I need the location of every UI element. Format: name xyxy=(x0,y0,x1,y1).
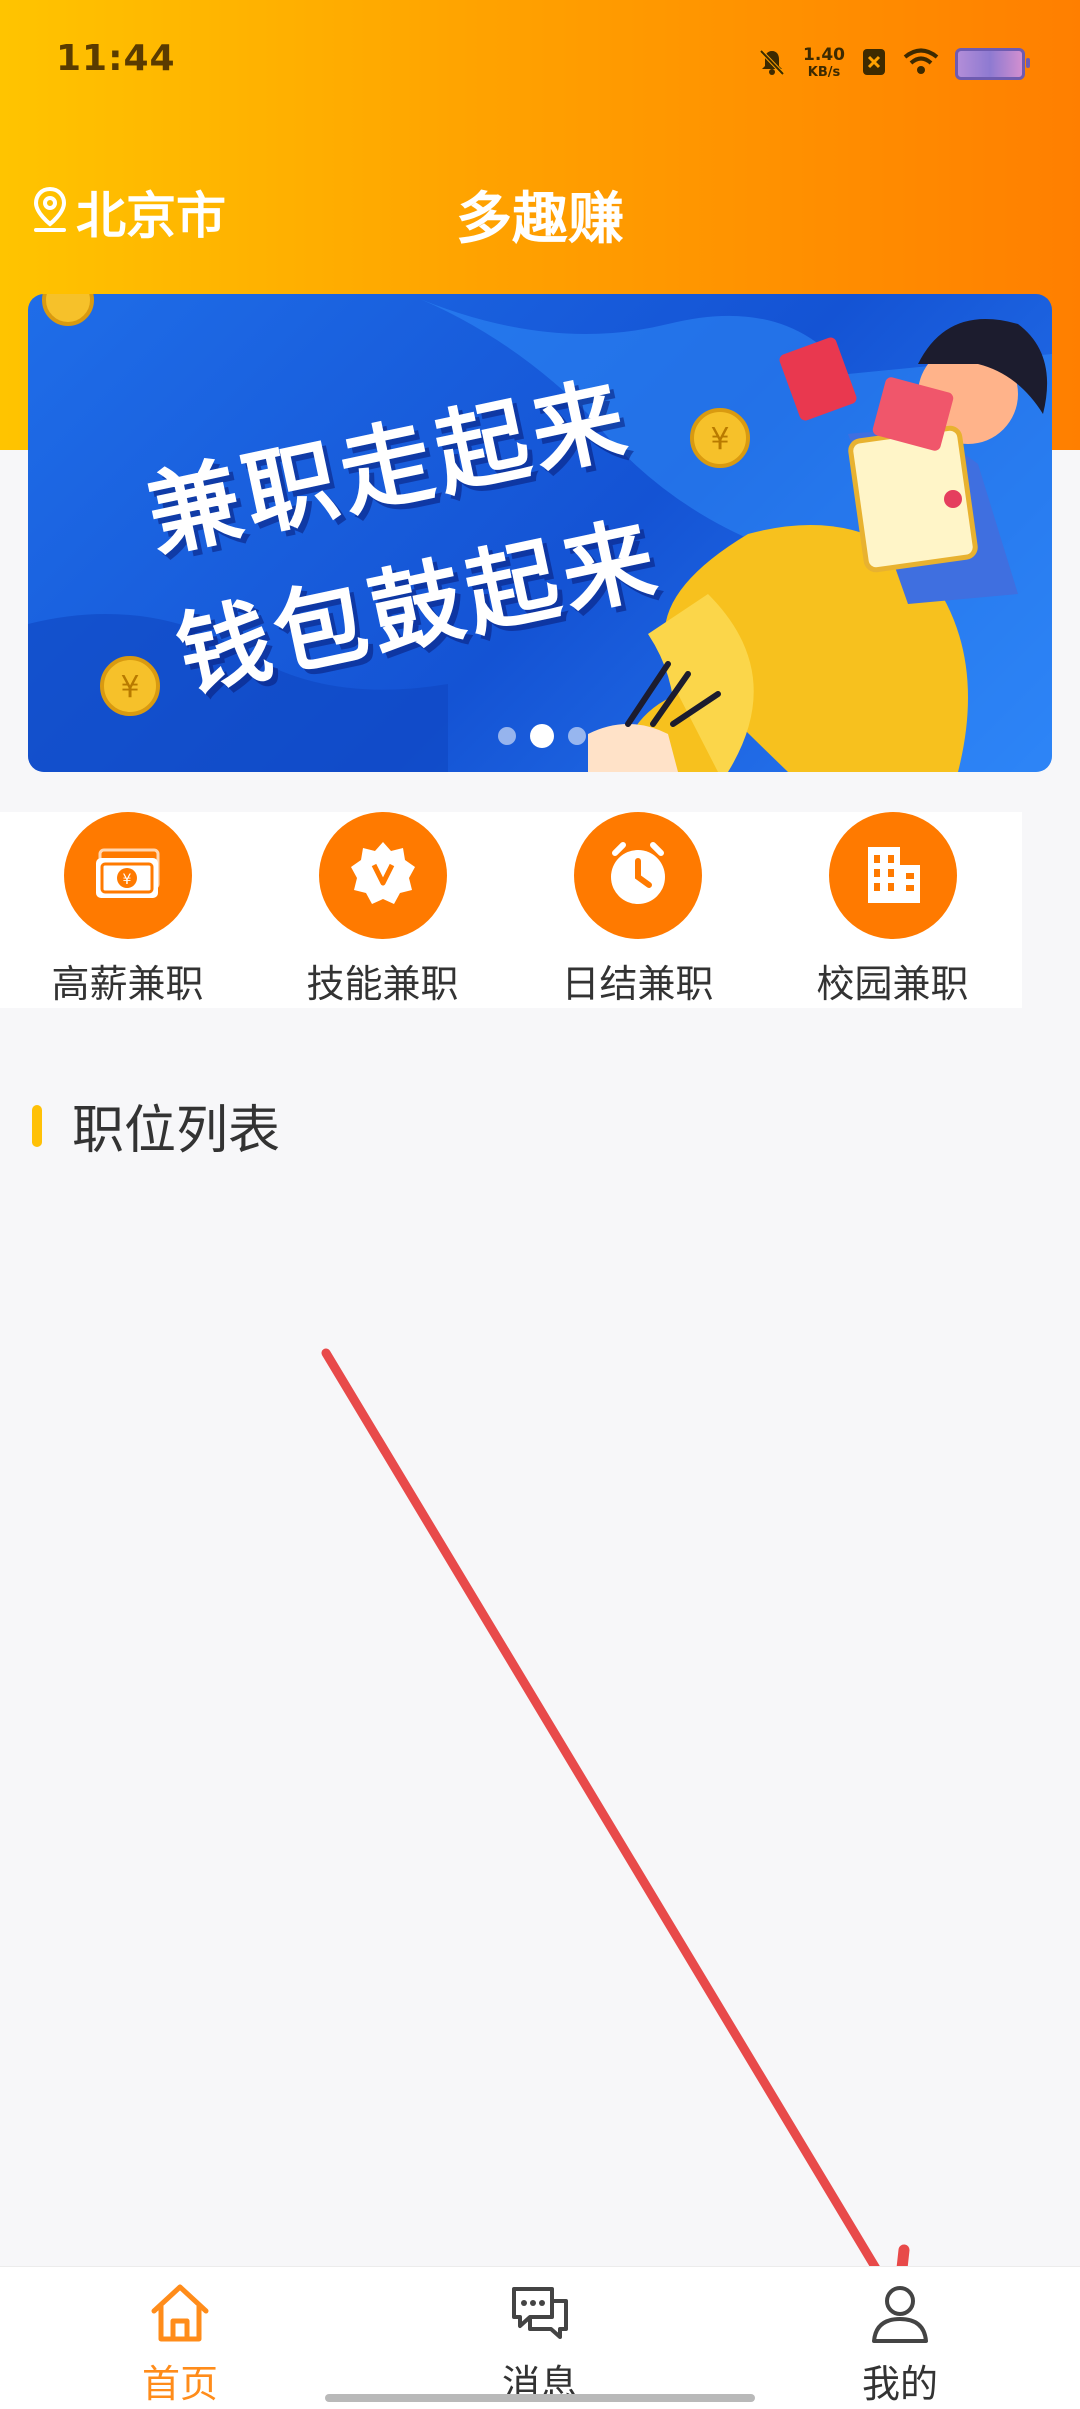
coin-icon: ¥ xyxy=(100,656,160,716)
category-label: 校园兼职 xyxy=(816,962,969,1006)
banner-dot[interactable] xyxy=(568,727,586,745)
tab-label: 我的 xyxy=(861,2362,938,2406)
bottom-tab-bar: 首页 消息 我的 xyxy=(0,2266,1080,2409)
status-time: 11:44 xyxy=(56,38,176,79)
tab-label: 首页 xyxy=(141,2362,218,2406)
category-label: 日结兼职 xyxy=(561,962,714,1006)
app-title: 多趣赚 xyxy=(456,187,624,252)
svg-text:¥: ¥ xyxy=(710,422,729,457)
category-icon-bg xyxy=(828,812,957,939)
coin-icon: ¥ xyxy=(690,408,750,468)
status-icons: 1.40 KB/s xyxy=(757,40,1030,88)
banner-dot-active[interactable] xyxy=(530,724,554,748)
section-title: 职位列表 xyxy=(72,1101,281,1161)
bell-muted-icon xyxy=(757,47,787,81)
category-icon-bg xyxy=(318,812,447,939)
category-icon-bg: ¥ xyxy=(63,812,192,939)
battery-icon xyxy=(955,48,1030,80)
wifi-icon xyxy=(903,48,939,80)
category-daily-pay[interactable]: 日结兼职 xyxy=(510,812,765,1008)
promo-banner[interactable]: ¥ ¥ 兼职走起来 钱包鼓起来 xyxy=(28,294,1052,772)
category-label: 高薪兼职 xyxy=(51,962,204,1006)
svg-text:¥: ¥ xyxy=(122,872,131,888)
section-marker xyxy=(32,1104,42,1147)
user-icon xyxy=(868,2281,932,2349)
coin-icon xyxy=(42,294,94,326)
net-speed: 1.40 KB/s xyxy=(803,46,845,82)
money-icon: ¥ xyxy=(92,846,164,906)
category-high-salary[interactable]: ¥ 高薪兼职 xyxy=(0,812,255,1008)
clock-icon xyxy=(603,839,673,913)
badge-icon xyxy=(348,839,418,913)
banner-dot[interactable] xyxy=(498,727,516,745)
category-label: 技能兼职 xyxy=(306,962,459,1006)
net-speed-unit: KB/s xyxy=(807,65,841,80)
tab-profile[interactable]: 我的 xyxy=(720,2267,1080,2409)
status-bar: 11:44 1.40 KB/s xyxy=(0,0,1080,120)
job-list-header: 职位列表 xyxy=(32,1088,280,1163)
category-campus[interactable]: 校园兼职 xyxy=(765,812,1020,1008)
sim-blocked-icon xyxy=(861,47,887,81)
chat-icon xyxy=(508,2281,572,2349)
tab-home[interactable]: 首页 xyxy=(0,2267,360,2409)
category-skill[interactable]: 技能兼职 xyxy=(255,812,510,1008)
home-indicator[interactable] xyxy=(325,2394,755,2402)
home-icon xyxy=(148,2281,212,2349)
svg-text:¥: ¥ xyxy=(120,670,139,705)
building-icon xyxy=(860,841,926,911)
category-icon-bg xyxy=(573,812,702,939)
category-grid: ¥ 高薪兼职 技能兼职 日结兼职 校园兼职 xyxy=(0,812,1022,1008)
tab-messages[interactable]: 消息 xyxy=(360,2267,720,2409)
net-speed-value: 1.40 xyxy=(803,45,845,65)
banner-pagination xyxy=(498,724,586,748)
